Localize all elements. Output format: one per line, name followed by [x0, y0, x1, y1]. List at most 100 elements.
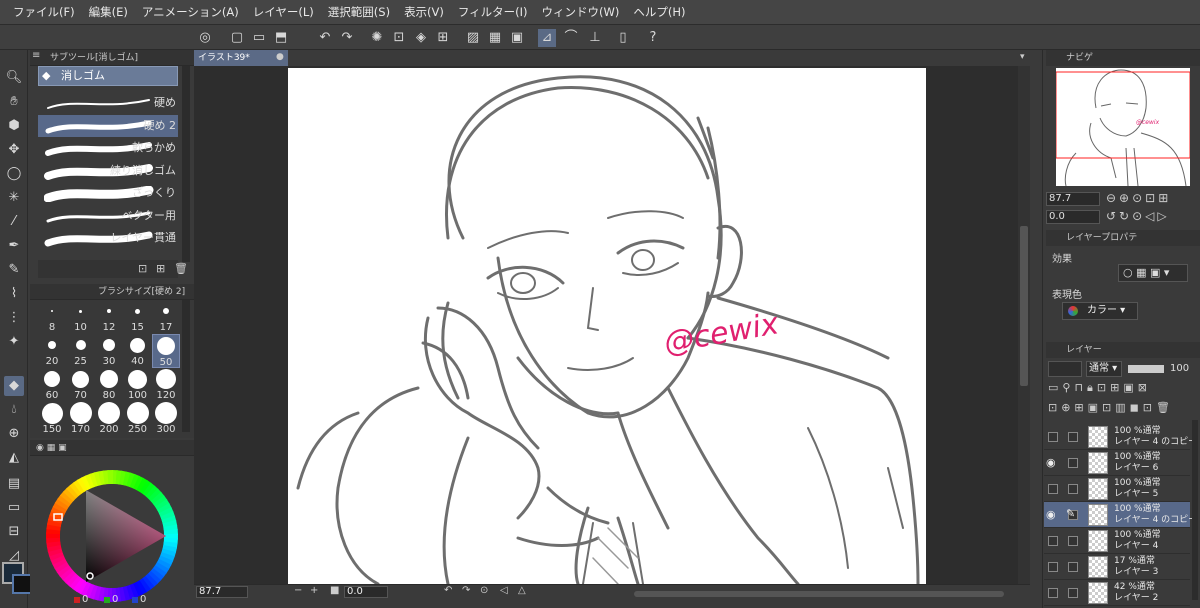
brush-size-option[interactable]: 250 [124, 402, 152, 436]
layer-row[interactable]: 100 %通常 レイヤー 4 [1044, 528, 1190, 554]
visibility-toggle[interactable] [1048, 432, 1058, 442]
brush-size-option[interactable]: 150 [38, 402, 66, 436]
select-border-icon[interactable]: ▣ [508, 29, 526, 47]
effect-selector[interactable]: ○ ▦ ▣ ▾ [1118, 264, 1188, 282]
layer-tools-row2[interactable]: ⊡⊕⊞▣⊡▥◼⊡🗑︎ [1048, 401, 1174, 414]
layer-row[interactable]: ◉ 100 %通常 レイヤー 6 [1044, 450, 1190, 476]
brush-size-option[interactable]: 120 [152, 368, 180, 402]
brush-size-scrollbar[interactable] [182, 300, 190, 432]
clip-studio-icon[interactable]: ◎ [196, 29, 214, 47]
navigator-zoom-field[interactable]: 87.7 [1046, 192, 1100, 206]
save-icon[interactable]: ⬒ [272, 29, 290, 47]
layer-row[interactable]: ◉ ✎ 100 %通常 レイヤー 4 のコピー 2 [1044, 502, 1200, 528]
magic-wand-icon[interactable]: ✳ [4, 188, 24, 208]
visibility-toggle[interactable] [1048, 562, 1058, 572]
eraser-group-tab[interactable]: 消しゴム [38, 66, 178, 86]
tab-menu-chevron-icon[interactable]: ▾ [1020, 52, 1025, 62]
help-icon[interactable]: ? [644, 29, 662, 47]
brush-size-option[interactable]: 12 [95, 300, 123, 334]
transform-icon[interactable]: ⊞ [434, 29, 452, 47]
scroll-thumb[interactable] [1020, 226, 1028, 386]
angle-field[interactable]: 0.0 [344, 586, 388, 598]
layer-scrollbar[interactable] [1192, 420, 1198, 600]
brush-size-option[interactable]: 20 [38, 334, 66, 368]
brush-size-option[interactable]: 40 [124, 334, 152, 368]
frame-icon[interactable]: ▭ [4, 498, 24, 518]
new-file-icon[interactable]: ▢ [228, 29, 246, 47]
document-tab[interactable]: イラスト39* [194, 50, 288, 66]
reset-rotation-icon[interactable]: ⊙ [480, 585, 488, 596]
rotate-right-icon[interactable]: ↷ [462, 585, 470, 596]
eye-icon[interactable]: ◉ [1046, 456, 1056, 469]
brush-size-option[interactable]: 80 [95, 368, 123, 402]
decoration-icon[interactable]: ✦ [4, 332, 24, 352]
hand-icon[interactable]: ✋︎ [4, 92, 24, 112]
brush-size-option[interactable]: 60 [38, 368, 66, 402]
flip-horizontal-icon[interactable]: ◁ [500, 585, 508, 596]
menu-item-8[interactable]: ヘルプ(H) [626, 0, 692, 24]
brush-size-option[interactable]: 170 [67, 402, 95, 436]
menu-item-2[interactable]: アニメーション(A) [135, 0, 246, 24]
navigator-zoom-buttons[interactable]: ⊖⊕⊙⊡⊞ [1106, 191, 1171, 205]
redo-icon[interactable]: ↷ [338, 29, 356, 47]
fill-icon[interactable]: ◈ [412, 29, 430, 47]
lock-toggle[interactable] [1068, 458, 1078, 468]
layer-row[interactable]: 100 %通常 レイヤー 5 [1044, 476, 1190, 502]
invert-select-icon[interactable]: ▦ [486, 29, 504, 47]
brush-item[interactable]: 練り消しゴム [38, 160, 178, 182]
lasso-icon[interactable]: ◯ [4, 164, 24, 184]
eye-icon[interactable]: ◉ [1046, 508, 1056, 521]
zoom-in-icon[interactable]: + [310, 585, 318, 596]
airbrush-icon[interactable]: ⋮ [4, 308, 24, 328]
brush-item[interactable]: レイヤー貫通 [38, 227, 178, 249]
navigator-angle-field[interactable]: 0.0 [1046, 210, 1100, 224]
brush-icon[interactable]: ⌇ [4, 284, 24, 304]
brush-size-option[interactable]: 300 [152, 402, 180, 436]
drawing-canvas[interactable]: @cewix [288, 68, 926, 584]
layer-tools-row1[interactable]: ▭⚲⊓🔒︎⊡⊞▣⊠ [1048, 381, 1151, 395]
brush-item[interactable]: 硬め [38, 92, 178, 114]
menu-item-1[interactable]: 編集(E) [82, 0, 135, 24]
subtool-copy-icon[interactable]: ⊡ [138, 262, 147, 275]
grid-snap-icon[interactable]: ⊥ [586, 29, 604, 47]
visibility-toggle[interactable] [1048, 536, 1058, 546]
zoom-icon[interactable]: 🔍︎ [4, 68, 24, 88]
loading-icon[interactable]: ✺ [368, 29, 386, 47]
pencil-icon[interactable]: ✎ [4, 260, 24, 280]
figure-icon[interactable]: ⊕ [4, 424, 24, 444]
layer-color-swatch[interactable] [1048, 361, 1082, 377]
blend-mode-dropdown[interactable]: 通常 ▾ [1086, 361, 1122, 377]
move-icon[interactable]: ✥ [4, 140, 24, 160]
eyedropper-icon[interactable]: ⁄ [4, 212, 24, 232]
fill-bucket-icon[interactable]: ◭ [4, 448, 24, 468]
brush-size-option[interactable]: 17 [152, 300, 180, 334]
color-wheel[interactable] [40, 464, 184, 608]
brush-size-option[interactable]: 200 [95, 402, 123, 436]
flip-vertical-icon[interactable]: △ [518, 585, 526, 596]
collapse-icon[interactable]: ≡ [32, 50, 46, 64]
brush-item[interactable]: ベクター用 [38, 205, 178, 227]
menu-item-0[interactable]: ファイル(F) [6, 0, 82, 24]
text-icon[interactable]: ⊟ [4, 522, 24, 542]
rotate-left-icon[interactable]: ↶ [444, 585, 452, 596]
menu-item-4[interactable]: 選択範囲(S) [321, 0, 397, 24]
navigator-preview[interactable]: @cewix [1055, 68, 1191, 187]
canvas-vertical-scrollbar[interactable] [1018, 66, 1030, 584]
subtool-add-icon[interactable]: ⊞ [156, 262, 165, 275]
brush-item[interactable]: 硬め 2 [38, 114, 178, 137]
brush-item[interactable]: 軟らかめ [38, 137, 178, 159]
navigator-rotate-buttons[interactable]: ↺↻⊙◁▷ [1106, 209, 1170, 223]
fit-icon[interactable]: ■ [330, 585, 339, 596]
deselect-icon[interactable]: ▨ [464, 29, 482, 47]
opacity-slider[interactable] [1128, 365, 1164, 373]
brush-size-option[interactable]: 70 [67, 368, 95, 402]
layer-row[interactable]: 42 %通常 レイヤー 2 [1044, 580, 1190, 606]
clear-icon[interactable]: ⊡ [390, 29, 408, 47]
brush-size-option[interactable]: 10 [67, 300, 95, 334]
blend-icon[interactable]: 💧︎ [4, 400, 24, 420]
zoom-field[interactable]: 87.7 [196, 586, 248, 598]
lock-toggle[interactable] [1068, 484, 1078, 494]
sub-color-swatch[interactable] [12, 574, 32, 594]
menu-item-3[interactable]: レイヤー(L) [246, 0, 321, 24]
brush-size-option[interactable]: 50 [152, 334, 180, 368]
